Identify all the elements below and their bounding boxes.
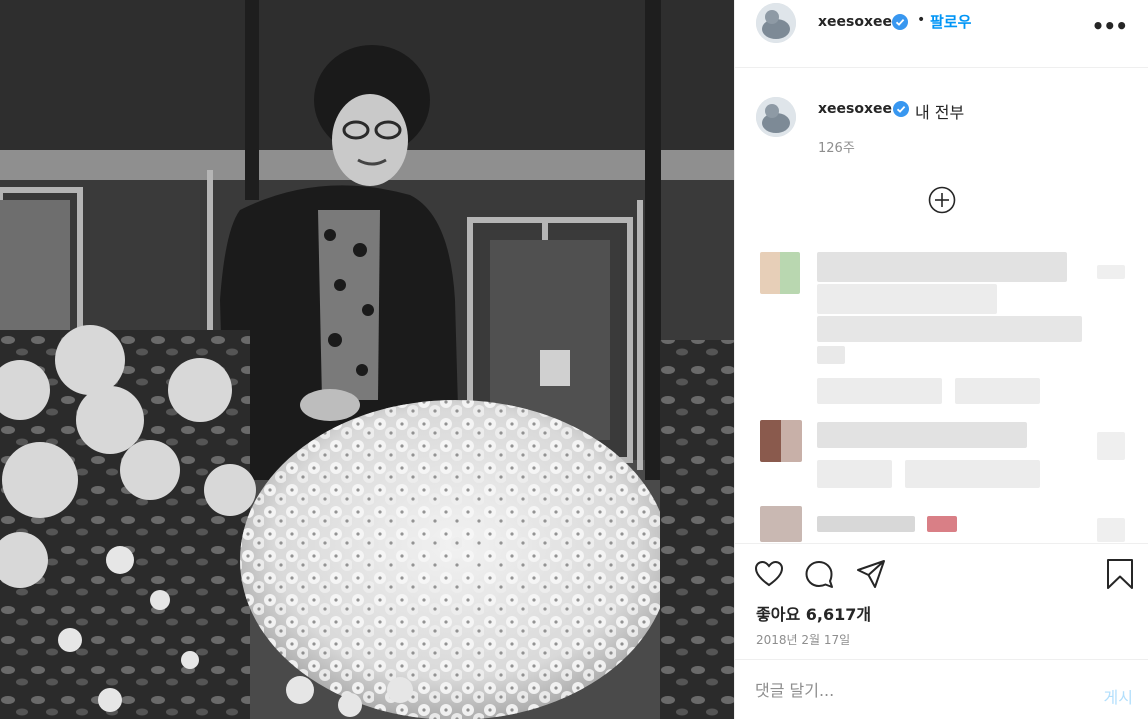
comment-meta — [817, 378, 942, 404]
header-username[interactable]: xeesoxee — [818, 14, 892, 30]
comment-text — [927, 516, 957, 532]
comment-like-icon[interactable] — [1097, 518, 1125, 542]
more-options-icon[interactable]: ••• — [1092, 14, 1128, 38]
comment-text — [817, 284, 997, 314]
comment-meta — [817, 460, 892, 488]
plus-circle-icon[interactable] — [928, 186, 956, 214]
post-date: 2018년 2월 17일 — [756, 633, 851, 647]
comment-text — [817, 346, 845, 364]
post-header: xeesoxee • 팔로우 ••• — [735, 0, 1148, 68]
comment-reply[interactable] — [955, 378, 1040, 404]
post-image — [0, 0, 734, 719]
comment-like-icon[interactable] — [1097, 432, 1125, 460]
avatar[interactable] — [756, 3, 796, 43]
likes-count[interactable]: 좋아요 6,617개 — [756, 601, 871, 625]
post-comment-button[interactable]: 게시 — [1104, 684, 1133, 708]
post-photo[interactable] — [0, 0, 734, 719]
bookmark-icon[interactable] — [1105, 558, 1135, 590]
caption-avatar[interactable] — [756, 97, 796, 137]
comment-like-icon[interactable] — [1097, 265, 1125, 279]
caption-text: 내 전부 — [915, 103, 965, 122]
comment-text — [817, 316, 1082, 342]
commenter-avatar[interactable] — [760, 506, 802, 542]
follow-button[interactable]: 팔로우 — [930, 11, 971, 32]
paper-plane-icon[interactable] — [855, 558, 887, 590]
verified-badge-icon — [892, 14, 908, 30]
comment-input[interactable] — [755, 676, 1075, 704]
verified-badge-icon — [893, 101, 909, 117]
commenter-avatar[interactable] — [760, 420, 802, 462]
comment-text — [817, 516, 915, 532]
post-side-panel: xeesoxee • 팔로우 ••• xeesoxee 내 전부 126주 좋아… — [734, 0, 1148, 719]
comment-bar: 게시 — [735, 659, 1148, 719]
post-actions: 좋아요 6,617개 2018년 2월 17일 — [735, 543, 1148, 659]
comment-reply[interactable] — [905, 460, 1040, 488]
heart-icon[interactable] — [753, 558, 785, 590]
comment-text — [817, 252, 1067, 282]
comment-text — [817, 422, 1027, 448]
caption-username[interactable]: xeesoxee — [818, 101, 892, 117]
caption-age: 126주 — [818, 141, 855, 156]
commenter-avatar[interactable] — [760, 252, 800, 294]
separator-dot: • — [917, 12, 926, 28]
comment-icon[interactable] — [803, 558, 835, 590]
